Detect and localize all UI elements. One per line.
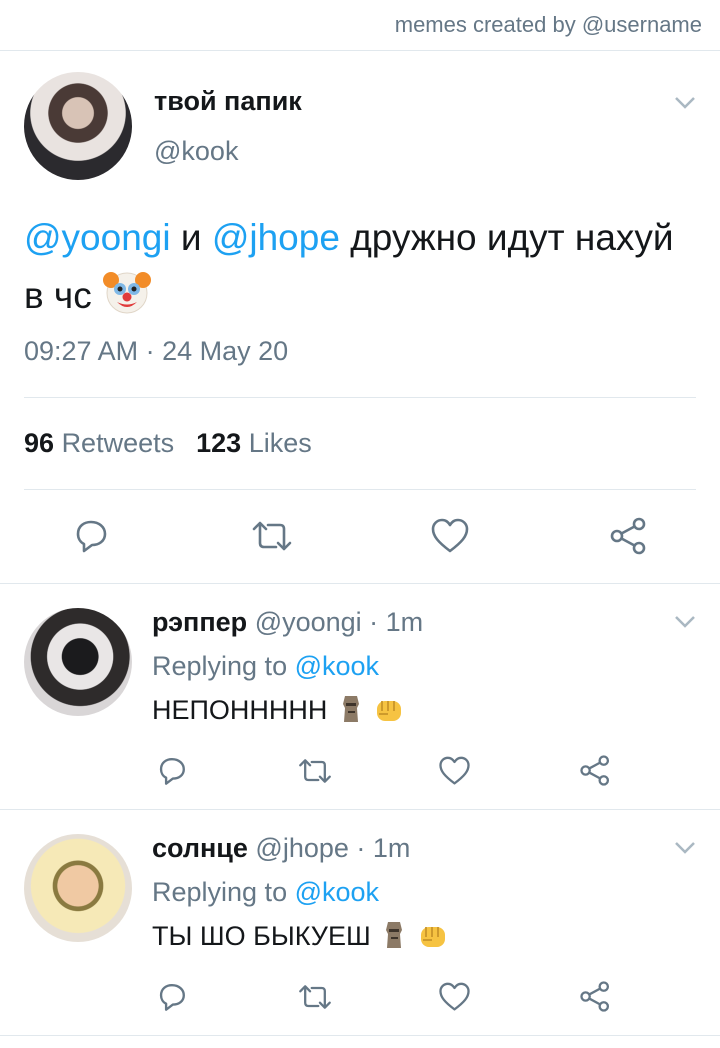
replying-prefix: Replying to: [152, 877, 295, 907]
reply-text-body: ТЫ ШО БЫКУЕШ: [152, 921, 379, 951]
reply-icon[interactable]: [156, 755, 188, 787]
tweet-text: @yoongi и @jhope дружно идут нахуй в чс: [24, 210, 696, 324]
mention-link[interactable]: @kook: [295, 651, 379, 681]
chevron-down-icon[interactable]: [674, 96, 696, 110]
display-name[interactable]: твой папик: [154, 86, 302, 117]
reply-header: солнце @jhope · 1m: [152, 833, 410, 864]
avatar[interactable]: [24, 72, 132, 180]
display-name[interactable]: рэппер: [152, 607, 247, 637]
engagement-stats: 96 Retweets 123 Likes: [24, 428, 312, 459]
divider: [0, 809, 720, 810]
divider: [0, 1035, 720, 1036]
chevron-down-icon[interactable]: [674, 841, 696, 855]
chevron-down-icon[interactable]: [674, 615, 696, 629]
likes-stat[interactable]: 123 Likes: [196, 428, 312, 458]
retweets-label: Retweets: [61, 428, 175, 458]
avatar[interactable]: [24, 834, 132, 942]
retweets-count: 96: [24, 428, 55, 458]
oncoming-fist-icon: [374, 696, 404, 731]
likes-label: Likes: [248, 428, 312, 458]
likes-count: 123: [196, 428, 242, 458]
retweets-stat[interactable]: 96 Retweets: [24, 428, 174, 458]
replying-prefix: Replying to: [152, 651, 295, 681]
watermark-text: memes created by @username: [394, 12, 702, 37]
handle-time: @yoongi · 1m: [247, 607, 424, 637]
reply-text: НЕПОННННН: [152, 694, 404, 731]
replying-to: Replying to @kook: [152, 877, 379, 908]
handle-time: @jhope · 1m: [247, 833, 411, 863]
moai-icon: [382, 920, 406, 957]
mention-link[interactable]: @yoongi: [24, 217, 171, 258]
divider: [24, 489, 696, 490]
timestamp[interactable]: 09:27 AM · 24 May 20: [24, 336, 288, 367]
divider: [0, 583, 720, 584]
share-icon[interactable]: [579, 980, 612, 1013]
retweet-icon[interactable]: [297, 757, 333, 785]
share-icon[interactable]: [579, 754, 612, 787]
like-icon[interactable]: [430, 518, 470, 554]
display-name[interactable]: солнце: [152, 833, 248, 863]
divider: [24, 397, 696, 398]
retweet-icon[interactable]: [297, 983, 333, 1011]
top-divider: [0, 50, 720, 51]
avatar[interactable]: [24, 608, 132, 716]
reply-icon[interactable]: [72, 517, 110, 555]
like-icon[interactable]: [438, 756, 471, 786]
mention-link[interactable]: @kook: [295, 877, 379, 907]
reply-icon[interactable]: [156, 981, 188, 1013]
retweet-icon[interactable]: [250, 519, 294, 553]
reply-text-body: НЕПОННННН: [152, 695, 328, 725]
share-icon[interactable]: [609, 516, 649, 556]
oncoming-fist-icon: [418, 922, 448, 957]
moai-icon: [339, 694, 363, 731]
replying-to: Replying to @kook: [152, 651, 379, 682]
clown-face-icon: [102, 266, 152, 316]
tweet-text-part: и: [170, 217, 212, 258]
mention-link[interactable]: @jhope: [212, 217, 340, 258]
like-icon[interactable]: [438, 982, 471, 1012]
reply-header: рэппер @yoongi · 1m: [152, 607, 423, 638]
handle[interactable]: @kook: [154, 136, 238, 167]
reply-text: ТЫ ШО БЫКУЕШ: [152, 920, 448, 957]
